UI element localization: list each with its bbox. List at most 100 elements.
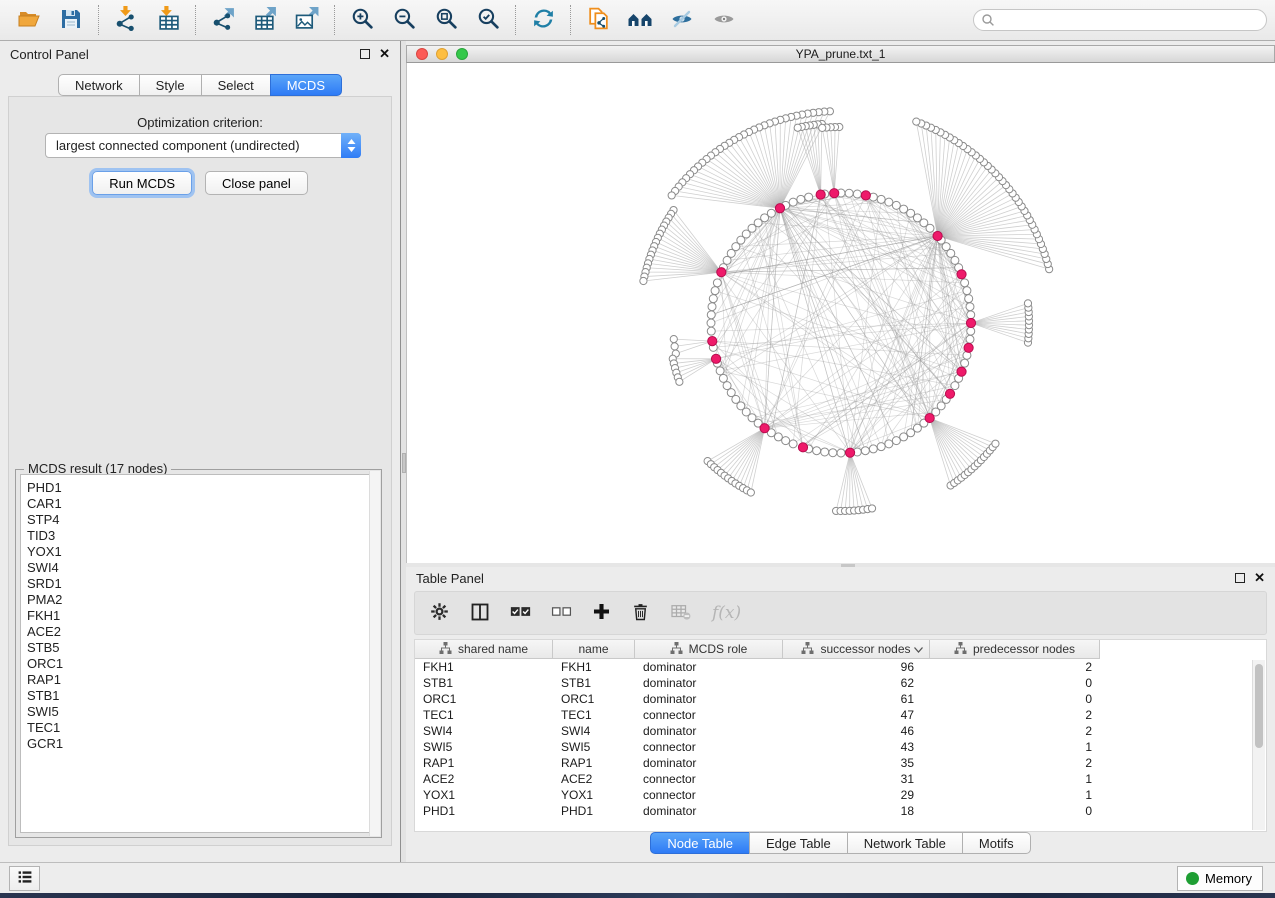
column-label: shared name bbox=[458, 642, 528, 656]
column-header-name[interactable]: name bbox=[553, 640, 635, 659]
table-cell: STB1 bbox=[415, 675, 553, 691]
clone-network-button[interactable] bbox=[577, 3, 619, 37]
table-cell: FKH1 bbox=[553, 659, 635, 675]
tab-edge-table[interactable]: Edge Table bbox=[749, 832, 848, 854]
table-row[interactable]: RAP1RAP1dominator352 bbox=[415, 755, 1266, 771]
delete-table-button[interactable] bbox=[670, 603, 692, 624]
mcds-result-list[interactable]: PHD1CAR1STP4TID3YOX1SWI4SRD1PMA2FKH1ACE2… bbox=[20, 474, 377, 833]
table-row[interactable]: FKH1FKH1dominator962 bbox=[415, 659, 1266, 675]
mcds-result-item[interactable]: SWI5 bbox=[21, 704, 376, 720]
criterion-select[interactable]: largest connected component (undirected) bbox=[45, 133, 361, 158]
zoom-fit-button[interactable] bbox=[425, 3, 467, 37]
mcds-result-item[interactable]: PMA2 bbox=[21, 592, 376, 608]
search-input[interactable] bbox=[973, 9, 1267, 31]
task-history-button[interactable] bbox=[9, 866, 40, 891]
mcds-result-item[interactable]: YOX1 bbox=[21, 544, 376, 560]
mcds-result-item[interactable]: SWI4 bbox=[21, 560, 376, 576]
table-row[interactable]: STB1STB1dominator620 bbox=[415, 675, 1266, 691]
column-browser-button[interactable] bbox=[470, 602, 490, 625]
mcds-result-item[interactable]: TID3 bbox=[21, 528, 376, 544]
tab-network[interactable]: Network bbox=[58, 74, 140, 96]
mcds-result-item[interactable]: STP4 bbox=[21, 512, 376, 528]
export-network-button[interactable] bbox=[202, 3, 244, 37]
mcds-result-item[interactable]: FKH1 bbox=[21, 608, 376, 624]
float-panel-icon[interactable] bbox=[1235, 573, 1245, 583]
mcds-result-item[interactable]: TEC1 bbox=[21, 720, 376, 736]
splitter-grip[interactable] bbox=[402, 453, 406, 473]
column-header-MCDS-role[interactable]: MCDS role bbox=[635, 640, 783, 659]
table-row[interactable]: SWI4SWI4dominator462 bbox=[415, 723, 1266, 739]
table-settings-button[interactable] bbox=[429, 601, 450, 625]
network-window-titlebar[interactable]: YPA_prune.txt_1 bbox=[406, 45, 1275, 63]
column-header-predecessor-nodes[interactable]: predecessor nodes bbox=[930, 640, 1100, 659]
tab-style[interactable]: Style bbox=[139, 74, 202, 96]
refresh-view-button[interactable] bbox=[522, 3, 564, 37]
mcds-result-item[interactable]: CAR1 bbox=[21, 496, 376, 512]
control-panel-header: Control Panel ✕ bbox=[0, 41, 400, 67]
table-row[interactable]: YOX1YOX1connector291 bbox=[415, 787, 1266, 803]
table-cell: 2 bbox=[930, 707, 1100, 723]
toolbar-separator bbox=[570, 5, 571, 35]
scrollbar-thumb[interactable] bbox=[1255, 664, 1263, 748]
hide-selected-button[interactable] bbox=[661, 3, 703, 37]
add-column-button[interactable] bbox=[592, 602, 611, 624]
float-panel-icon[interactable] bbox=[360, 49, 370, 59]
mcds-result-item[interactable]: ACE2 bbox=[21, 624, 376, 640]
mcds-result-item[interactable]: STB5 bbox=[21, 640, 376, 656]
zoom-in-button[interactable] bbox=[341, 3, 383, 37]
export-image-button[interactable] bbox=[286, 3, 328, 37]
table-row[interactable]: ACE2ACE2connector311 bbox=[415, 771, 1266, 787]
mcds-result-item[interactable]: SRD1 bbox=[21, 576, 376, 592]
mcds-result-item[interactable]: RAP1 bbox=[21, 672, 376, 688]
table-row[interactable]: PHD1PHD1dominator180 bbox=[415, 803, 1266, 819]
table-scrollbar[interactable] bbox=[1252, 660, 1265, 830]
import-network-button[interactable] bbox=[105, 3, 147, 37]
column-header-shared-name[interactable]: shared name bbox=[415, 640, 553, 659]
network-canvas[interactable] bbox=[407, 63, 1275, 563]
tab-motifs[interactable]: Motifs bbox=[962, 832, 1031, 854]
tab-network-table[interactable]: Network Table bbox=[847, 832, 963, 854]
table-cell: SWI4 bbox=[415, 723, 553, 739]
close-panel-icon[interactable]: ✕ bbox=[379, 49, 390, 59]
tab-mcds[interactable]: MCDS bbox=[270, 74, 342, 96]
mcds-result-item[interactable]: ORC1 bbox=[21, 656, 376, 672]
tab-node-table[interactable]: Node Table bbox=[650, 832, 750, 854]
result-list-scrollbar[interactable] bbox=[369, 471, 380, 836]
open-file-button[interactable] bbox=[8, 3, 50, 37]
column-header-successor-nodes[interactable]: successor nodes bbox=[783, 640, 930, 659]
show-all-button[interactable] bbox=[703, 3, 745, 37]
import-table-icon bbox=[156, 6, 181, 34]
deselect-all-button[interactable] bbox=[551, 604, 572, 622]
run-mcds-button[interactable]: Run MCDS bbox=[92, 171, 192, 195]
delete-column-button[interactable] bbox=[631, 602, 650, 625]
zoom-out-button[interactable] bbox=[383, 3, 425, 37]
close-panel-button[interactable]: Close panel bbox=[205, 171, 308, 195]
table-cell: 46 bbox=[783, 723, 930, 739]
export-table-button[interactable] bbox=[244, 3, 286, 37]
chevron-down-icon[interactable] bbox=[914, 642, 923, 656]
table-row[interactable]: TEC1TEC1connector472 bbox=[415, 707, 1266, 723]
column-label: MCDS role bbox=[689, 642, 748, 656]
table-row[interactable]: ORC1ORC1dominator610 bbox=[415, 691, 1266, 707]
tab-select[interactable]: Select bbox=[201, 74, 271, 96]
memory-label: Memory bbox=[1205, 871, 1252, 886]
table-cell: RAP1 bbox=[415, 755, 553, 771]
select-all-button[interactable] bbox=[510, 604, 531, 622]
table-row[interactable]: SWI5SWI5connector431 bbox=[415, 739, 1266, 755]
table-cell: connector bbox=[635, 787, 783, 803]
zoom-selected-button[interactable] bbox=[467, 3, 509, 37]
table-cell: PHD1 bbox=[415, 803, 553, 819]
table-cell: connector bbox=[635, 739, 783, 755]
mcds-result-item[interactable]: GCR1 bbox=[21, 736, 376, 752]
save-session-button[interactable] bbox=[50, 3, 92, 37]
mcds-result-item[interactable]: STB1 bbox=[21, 688, 376, 704]
mcds-result-item[interactable]: PHD1 bbox=[21, 475, 376, 496]
function-builder-button[interactable]: f(x) bbox=[712, 603, 741, 623]
close-panel-icon[interactable]: ✕ bbox=[1254, 573, 1265, 583]
memory-button[interactable]: Memory bbox=[1177, 866, 1263, 891]
import-table-button[interactable] bbox=[147, 3, 189, 37]
table-cell: 2 bbox=[930, 755, 1100, 771]
table-cell: 62 bbox=[783, 675, 930, 691]
first-neighbors-button[interactable] bbox=[619, 3, 661, 37]
table-panel: Table Panel ✕ f(x) shared namenameMCDS r… bbox=[406, 567, 1275, 862]
